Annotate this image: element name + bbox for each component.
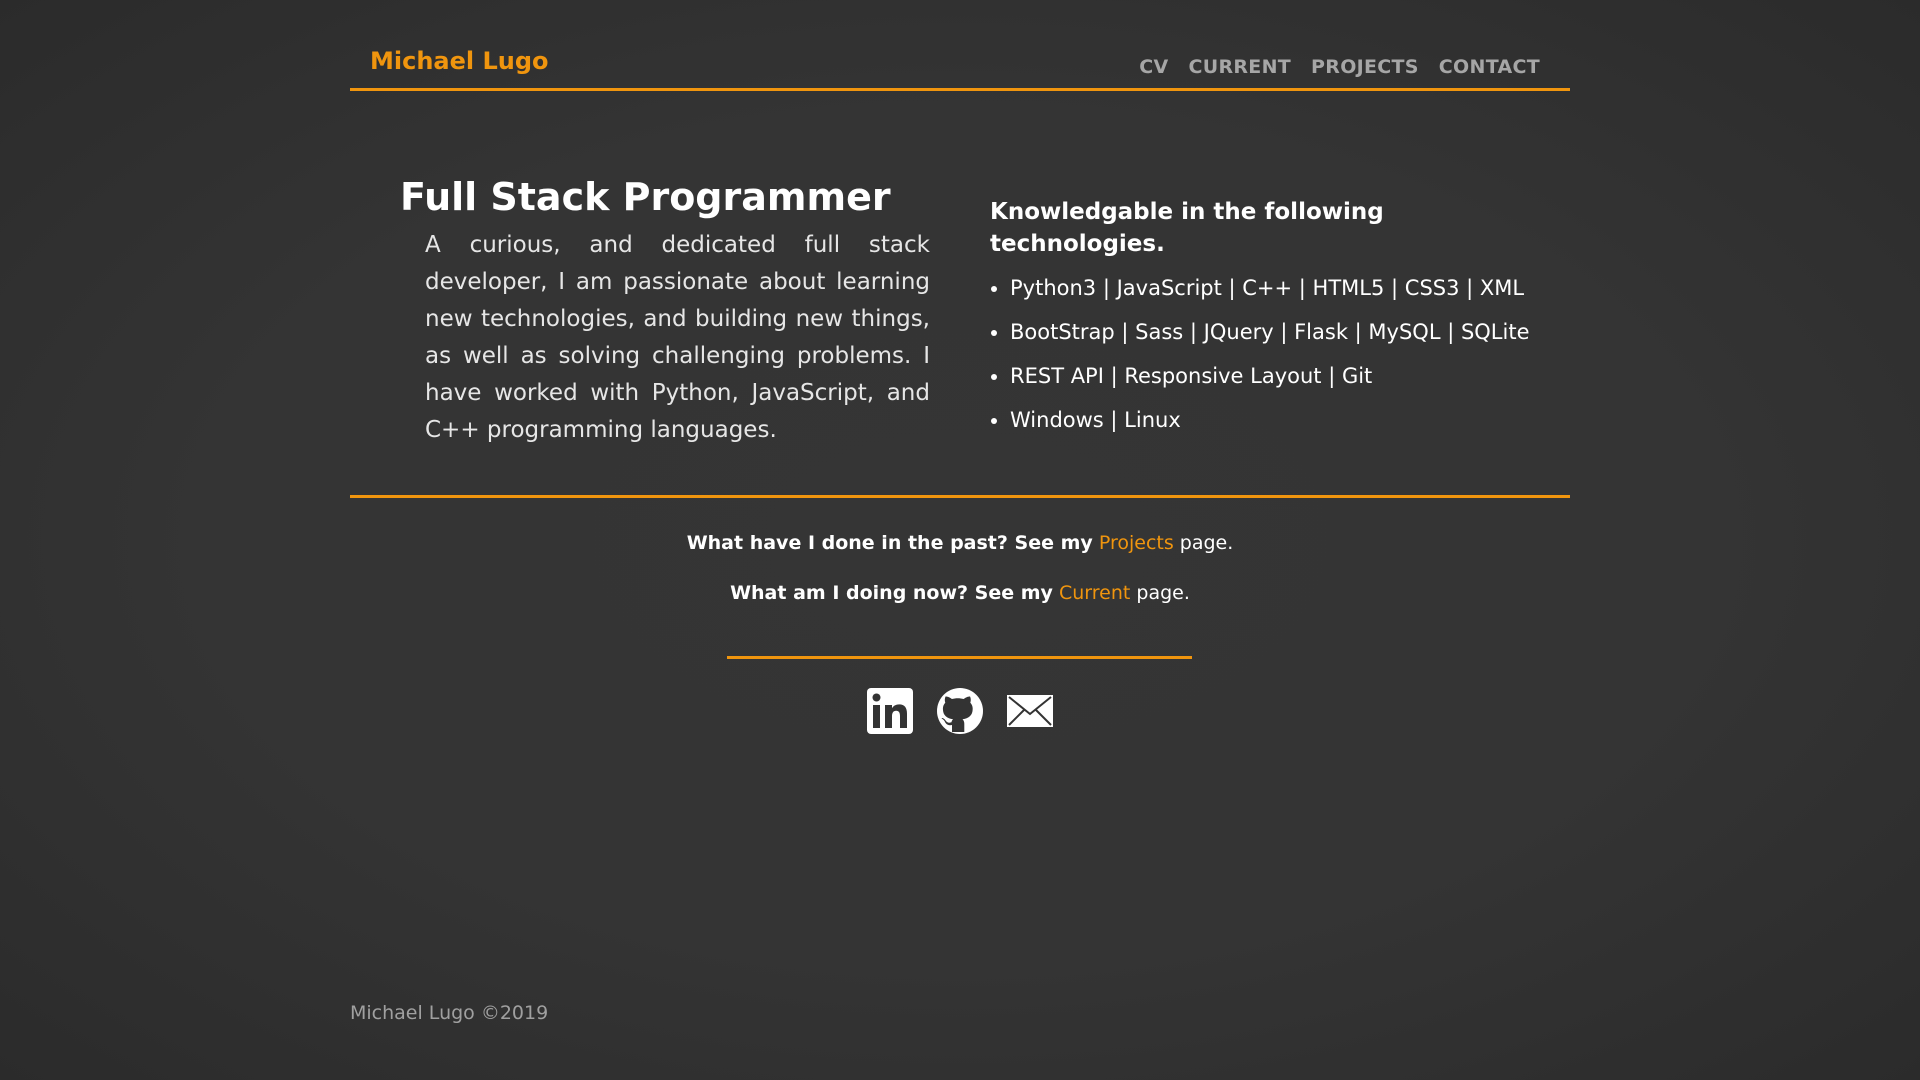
social-links bbox=[350, 686, 1570, 736]
technology-item: Python3 | JavaScript | C++ | HTML5 | CSS… bbox=[1010, 274, 1550, 302]
nav-current[interactable]: CURRENT bbox=[1188, 56, 1291, 78]
email-link[interactable] bbox=[1005, 686, 1055, 736]
linkedin-icon bbox=[867, 688, 913, 734]
technology-item: REST API | Responsive Layout | Git bbox=[1010, 362, 1550, 390]
technologies-list: Python3 | JavaScript | C++ | HTML5 | CSS… bbox=[990, 274, 1550, 434]
current-link[interactable]: Current bbox=[1059, 582, 1130, 604]
copyright-text: Michael Lugo ©2019 bbox=[350, 1002, 549, 1024]
current-line: What am I doing now? See my Current page… bbox=[350, 580, 1570, 606]
past-projects-line: What have I done in the past? See my Pro… bbox=[350, 530, 1570, 556]
links-divider bbox=[727, 656, 1192, 659]
github-icon bbox=[937, 688, 983, 734]
main-nav: CV CURRENT PROJECTS CONTACT bbox=[1139, 56, 1540, 78]
intro-section: Full Stack Programmer A curious, and ded… bbox=[350, 88, 1570, 498]
page: Michael Lugo CV CURRENT PROJECTS CONTACT… bbox=[350, 0, 1570, 1080]
intro-description: A curious, and dedicated full stack deve… bbox=[425, 232, 930, 443]
current-tail: page. bbox=[1136, 582, 1190, 604]
nav-contact[interactable]: CONTACT bbox=[1439, 56, 1540, 78]
github-link[interactable] bbox=[935, 686, 985, 736]
intro-summary: Full Stack Programmer A curious, and ded… bbox=[400, 173, 940, 449]
technologies-heading: Knowledgable in the following technologi… bbox=[990, 199, 1384, 257]
current-lead: What am I doing now? See my bbox=[730, 582, 1053, 604]
mail-icon bbox=[1007, 695, 1053, 727]
projects-link[interactable]: Projects bbox=[1099, 532, 1174, 554]
technology-item: BootStrap | Sass | JQuery | Flask | MySQ… bbox=[1010, 318, 1550, 346]
past-projects-lead: What have I done in the past? See my bbox=[686, 532, 1093, 554]
links-section: What have I done in the past? See my Pro… bbox=[350, 530, 1570, 734]
site-footer: Michael Lugo ©2019 bbox=[350, 1002, 548, 1024]
past-projects-tail: page. bbox=[1179, 532, 1234, 554]
site-header: Michael Lugo CV CURRENT PROJECTS CONTACT bbox=[350, 44, 1570, 91]
brand-link[interactable]: Michael Lugo bbox=[370, 47, 549, 75]
linkedin-link[interactable] bbox=[865, 686, 915, 736]
nav-projects[interactable]: PROJECTS bbox=[1311, 56, 1419, 78]
nav-cv[interactable]: CV bbox=[1139, 56, 1168, 78]
technologies-panel: Knowledgable in the following technologi… bbox=[990, 196, 1550, 450]
technology-item: Windows | Linux bbox=[1010, 406, 1550, 434]
page-title: Full Stack Programmer bbox=[400, 175, 891, 219]
